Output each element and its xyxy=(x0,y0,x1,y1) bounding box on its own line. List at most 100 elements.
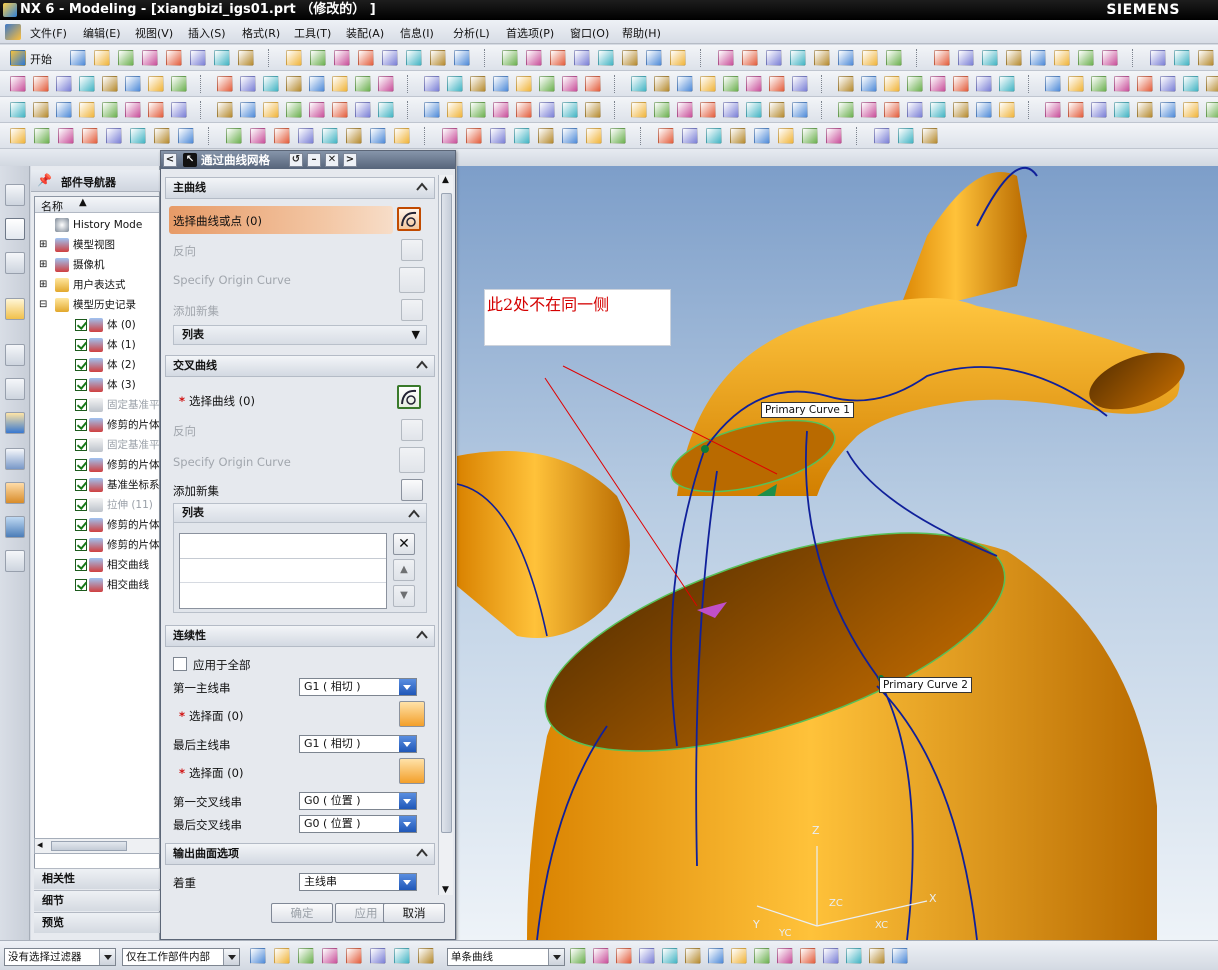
primary-list-header[interactable]: 列表 ▼ xyxy=(173,325,427,345)
scroll-left-icon[interactable]: ◂ xyxy=(37,838,43,851)
toolbar-tool-icon[interactable] xyxy=(874,128,890,144)
ok-button[interactable]: 确定 xyxy=(271,903,333,923)
menu-analysis[interactable]: 分析(L) xyxy=(453,25,490,41)
menu-window[interactable]: 窗口(O) xyxy=(570,25,609,41)
selection-scope-select[interactable]: 仅在工作部件内部 xyxy=(122,948,240,966)
hscroll-thumb[interactable] xyxy=(51,841,127,851)
toolbar-tool-icon[interactable] xyxy=(310,50,326,66)
snap-point-icon[interactable] xyxy=(800,948,816,964)
toolbar-tool-icon[interactable] xyxy=(1102,50,1118,66)
reverse-direction-icon[interactable] xyxy=(401,239,423,261)
toolbar-tool-icon[interactable] xyxy=(792,102,808,118)
hd3d-tools-icon[interactable] xyxy=(5,298,25,320)
toolbar-tool-icon[interactable] xyxy=(658,128,674,144)
toolbar-tool-icon[interactable] xyxy=(217,76,233,92)
toolbar-tool-icon[interactable] xyxy=(190,50,206,66)
toolbar-tool-icon[interactable] xyxy=(884,76,900,92)
toolbar-tool-icon[interactable] xyxy=(982,50,998,66)
toolbar-tool-icon[interactable] xyxy=(646,50,662,66)
toolbar-tool-icon[interactable] xyxy=(682,128,698,144)
toolbar-tool-icon[interactable] xyxy=(700,76,716,92)
start-button[interactable]: 开始 xyxy=(30,51,52,67)
cross-curve-list[interactable] xyxy=(179,533,387,609)
toolbar-tool-icon[interactable] xyxy=(33,102,49,118)
snap-point-icon[interactable] xyxy=(708,948,724,964)
first-cross-select[interactable]: G0 ( 位置 ) xyxy=(299,792,417,810)
toolbar-tool-icon[interactable] xyxy=(430,50,446,66)
toolbar-tool-icon[interactable] xyxy=(953,102,969,118)
toolbar-tool-icon[interactable] xyxy=(778,128,794,144)
toolbar-tool-icon[interactable] xyxy=(792,76,808,92)
visibility-checkbox[interactable] xyxy=(75,419,87,431)
toolbar-tool-icon[interactable] xyxy=(238,50,254,66)
menu-help[interactable]: 帮助(H) xyxy=(622,25,661,41)
toolbar-tool-icon[interactable] xyxy=(166,50,182,66)
toolbar-tool-icon[interactable] xyxy=(82,128,98,144)
toolbar-tool-icon[interactable] xyxy=(1030,50,1046,66)
toolbar-tool-icon[interactable] xyxy=(171,102,187,118)
toolbar-tool-icon[interactable] xyxy=(1150,50,1166,66)
toolbar-tool-icon[interactable] xyxy=(538,128,554,144)
toolbar-tool-icon[interactable] xyxy=(718,50,734,66)
tree-item[interactable]: 修剪的片体 xyxy=(35,535,159,555)
tree-item[interactable]: 修剪的片体 xyxy=(35,415,159,435)
toolbar-tool-icon[interactable] xyxy=(922,128,938,144)
visibility-checkbox[interactable] xyxy=(75,479,87,491)
selection-tool-icon[interactable] xyxy=(346,948,362,964)
toolbar-tool-icon[interactable] xyxy=(171,76,187,92)
toolbar-tool-icon[interactable] xyxy=(677,102,693,118)
toolbar-tool-icon[interactable] xyxy=(746,102,762,118)
toolbar-tool-icon[interactable] xyxy=(958,50,974,66)
select-face-icon[interactable] xyxy=(399,701,425,727)
menu-preferences[interactable]: 首选项(P) xyxy=(506,25,554,41)
toolbar-tool-icon[interactable] xyxy=(562,76,578,92)
origin-curve-icon[interactable] xyxy=(399,447,425,473)
tree-item[interactable]: 体 (3) xyxy=(35,375,159,395)
tree-column-header[interactable]: 名称 ▲ xyxy=(35,197,159,213)
toolbar-tool-icon[interactable] xyxy=(250,128,266,144)
visibility-checkbox[interactable] xyxy=(75,499,87,511)
toolbar-tool-icon[interactable] xyxy=(106,128,122,144)
visibility-checkbox[interactable] xyxy=(75,519,87,531)
dialog-next-icon[interactable]: > xyxy=(343,153,357,167)
toolbar-tool-icon[interactable] xyxy=(790,50,806,66)
tree-item[interactable]: 相交曲线 xyxy=(35,575,159,595)
toolbar-tool-icon[interactable] xyxy=(10,128,26,144)
toolbar-tool-icon[interactable] xyxy=(378,102,394,118)
menu-insert[interactable]: 插入(S) xyxy=(188,25,226,41)
dropdown-arrow-icon[interactable] xyxy=(99,949,115,965)
system-materials-icon[interactable] xyxy=(5,378,25,400)
tree-item[interactable]: ⊞ 摄像机 xyxy=(35,255,159,275)
selection-tool-icon[interactable] xyxy=(250,948,266,964)
toolbar-tool-icon[interactable] xyxy=(838,102,854,118)
toolbar-tool-icon[interactable] xyxy=(976,76,992,92)
visibility-checkbox[interactable] xyxy=(75,459,87,471)
visibility-checkbox[interactable] xyxy=(75,579,87,591)
cancel-button[interactable]: 取消 xyxy=(383,903,445,923)
toolbar-tool-icon[interactable] xyxy=(861,76,877,92)
tree-item[interactable]: ⊞ 用户表达式 xyxy=(35,275,159,295)
toolbar-tool-icon[interactable] xyxy=(999,76,1015,92)
toolbar-tool-icon[interactable] xyxy=(677,76,693,92)
selection-tool-icon[interactable] xyxy=(394,948,410,964)
details-panel[interactable]: 细节 xyxy=(34,890,160,911)
start-icon[interactable] xyxy=(10,50,26,66)
toolbar-tool-icon[interactable] xyxy=(907,76,923,92)
toolbar-tool-icon[interactable] xyxy=(516,102,532,118)
expand-toggle-icon[interactable]: ⊞ xyxy=(39,235,47,255)
collapse-chevron-icon[interactable] xyxy=(408,508,420,520)
toolbar-tool-icon[interactable] xyxy=(148,102,164,118)
visibility-checkbox[interactable] xyxy=(75,399,87,411)
tree-item[interactable]: 基准坐标系 xyxy=(35,475,159,495)
toolbar-tool-icon[interactable] xyxy=(838,50,854,66)
part-navigator-icon[interactable] xyxy=(5,218,25,240)
dropdown-arrow-icon[interactable] xyxy=(399,816,416,832)
tree-item[interactable]: 体 (0) xyxy=(35,315,159,335)
toolbar-tool-icon[interactable] xyxy=(370,128,386,144)
selection-tool-icon[interactable] xyxy=(298,948,314,964)
process-studio-icon[interactable] xyxy=(5,412,25,434)
toolbar-tool-icon[interactable] xyxy=(240,76,256,92)
toolbar-tool-icon[interactable] xyxy=(447,76,463,92)
toolbar-tool-icon[interactable] xyxy=(355,102,371,118)
toolbar-tool-icon[interactable] xyxy=(1198,50,1214,66)
